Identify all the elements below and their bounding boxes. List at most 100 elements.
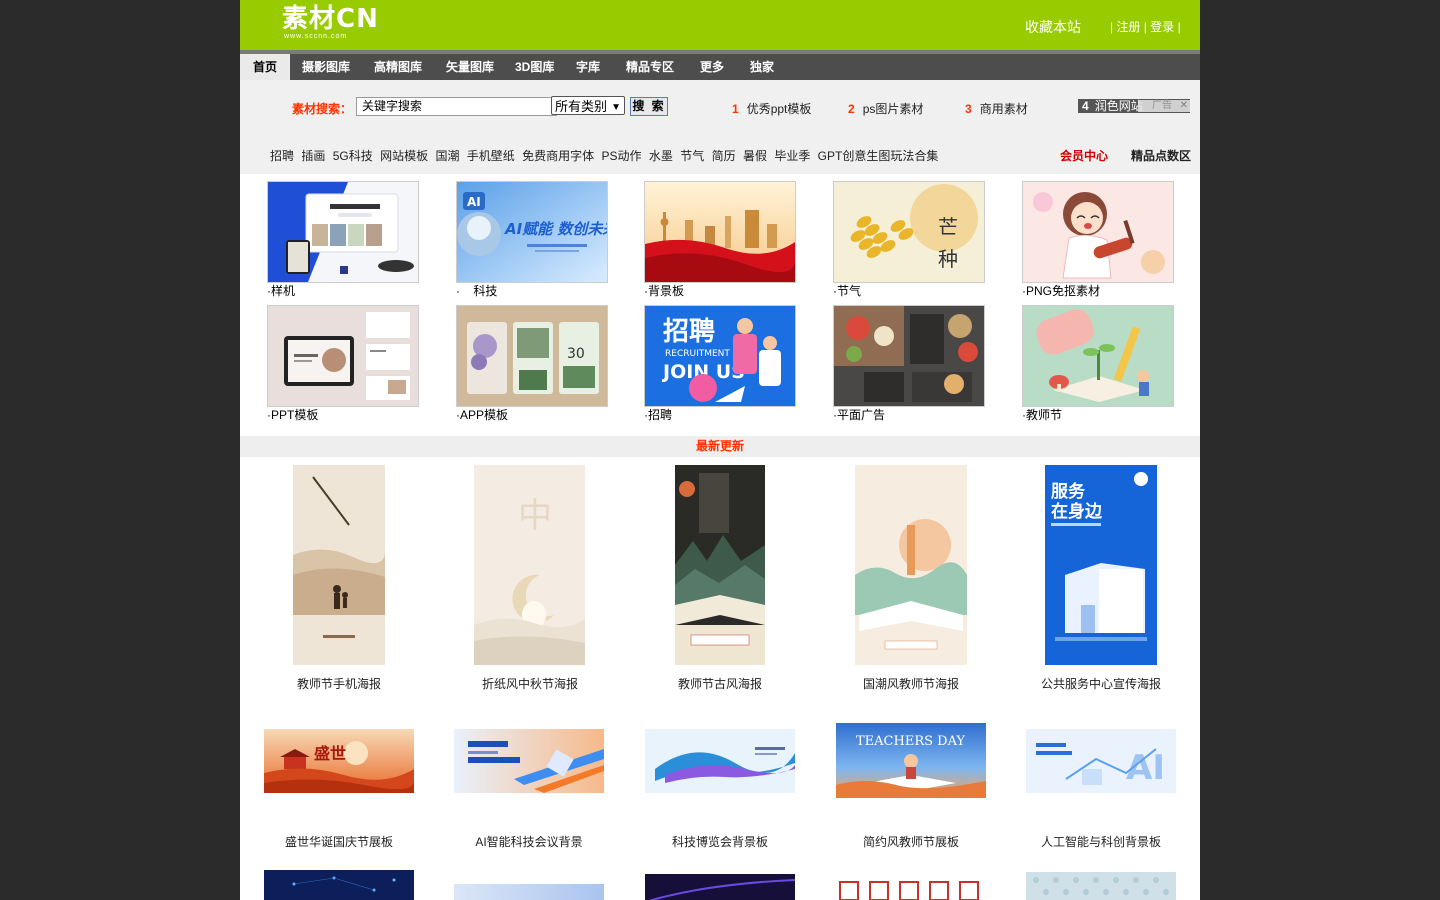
thumb-image xyxy=(1022,305,1174,407)
board-card-2[interactable]: AI智能科技会议背景 xyxy=(454,729,604,849)
board-image xyxy=(454,729,604,793)
category-select[interactable]: 所有类别 ▼ xyxy=(551,96,625,115)
tag-link[interactable]: 手机壁纸 xyxy=(467,149,515,163)
poster-image xyxy=(855,465,967,665)
main-nav: 首页 摄影图库 高精图库 矢量图库 3D图库 字库 精品专区 更多 独家 xyxy=(240,50,1200,80)
board-card-5[interactable]: AI 人工智能与科创背景板 xyxy=(1026,729,1176,849)
tag-link[interactable]: 免费商用字体 xyxy=(522,149,594,163)
page: 素材CN www.sccnn.com 收藏本站 | 注册 | 登录 | 首页 摄… xyxy=(240,0,1200,900)
poster-image xyxy=(675,465,765,665)
board-card-9[interactable] xyxy=(836,878,986,900)
thumb-image xyxy=(833,305,985,407)
divider: | xyxy=(1174,20,1181,34)
thumb-image xyxy=(267,181,419,283)
nav-home[interactable]: 首页 xyxy=(240,54,291,80)
board-title-text: 盛世 xyxy=(314,744,346,763)
search-input[interactable]: 关键字搜索 xyxy=(356,97,557,116)
category-card-backdrop[interactable]: ·背景板 xyxy=(644,181,796,298)
category-card-recruit[interactable]: 招聘 RECRUITMENT JOIN US ·招聘 xyxy=(644,305,796,422)
poster-card-5[interactable]: 服务 在身边 公共服务中心宣传海报 xyxy=(1041,465,1161,691)
board-card-10[interactable] xyxy=(1026,872,1176,900)
hot-num: 1 xyxy=(732,102,739,116)
tag-link[interactable]: 节气 xyxy=(680,149,704,163)
board-image xyxy=(264,870,414,900)
hot-link-2[interactable]: 2 ps图片素材 xyxy=(848,100,923,117)
ai-title-text: AI赋能 数创未来 xyxy=(504,220,607,238)
site-logo[interactable]: 素材CN www.sccnn.com xyxy=(282,5,379,41)
category-card-ppt[interactable]: ·PPT模板 xyxy=(267,305,419,422)
category-card-tech[interactable]: AI AI赋能 数创未来 · 科技 xyxy=(456,181,608,298)
board-label: 人工智能与科创背景板 xyxy=(1040,835,1161,849)
nav-vector[interactable]: 矢量图库 xyxy=(446,54,494,80)
logo-text: 素材CN xyxy=(282,4,379,34)
nav-more[interactable]: 更多 xyxy=(700,54,724,80)
solar-term-char-2: 种 xyxy=(938,247,958,271)
board-card-4[interactable]: TEACHERS DAY 简约风教师节展板 xyxy=(836,723,986,849)
nav-exclusive[interactable]: 独家 xyxy=(750,54,774,80)
board-image xyxy=(836,878,986,900)
solar-term-char-1: 芒 xyxy=(938,215,958,239)
poster-label: 公共服务中心宣传海报 xyxy=(1040,677,1161,691)
tag-link[interactable]: 国潮 xyxy=(435,149,459,163)
recruit-title: 招聘 xyxy=(663,317,715,347)
hot-link-1[interactable]: 1 优秀ppt模板 xyxy=(732,100,811,117)
tag-link[interactable]: 毕业季 xyxy=(774,149,810,163)
poster-card-3[interactable]: 教师节古风海报 xyxy=(675,465,765,691)
nav-fonts[interactable]: 字库 xyxy=(576,54,600,80)
category-card-teachers-day[interactable]: ·教师节 xyxy=(1022,305,1174,422)
poster-card-4[interactable]: 国潮风教师节海报 xyxy=(855,465,967,691)
tag-link[interactable]: PS动作 xyxy=(602,149,642,163)
category-card-print-ad[interactable]: ·平面广告 xyxy=(833,305,985,422)
poster-label: 教师节古风海报 xyxy=(677,677,762,691)
board-card-3[interactable]: 科技博览会背景板 xyxy=(645,729,795,849)
board-card-6[interactable] xyxy=(264,870,414,900)
search-button[interactable]: 搜 索 xyxy=(630,97,668,116)
hot-num: 4 xyxy=(1082,99,1089,113)
thumb-image xyxy=(1022,181,1174,283)
category-card-app[interactable]: 30 ·APP模板 xyxy=(456,305,608,422)
login-link[interactable]: 登录 xyxy=(1150,20,1174,34)
board-image: 盛世 xyxy=(264,729,414,793)
thumb-image xyxy=(644,181,796,283)
poster-card-1[interactable]: 教师节手机海报 xyxy=(293,465,385,691)
nav-premium[interactable]: 精品专区 xyxy=(626,54,674,80)
logo-subtext: www.sccnn.com xyxy=(284,33,348,40)
board-card-1[interactable]: 盛世 盛世华诞国庆节展板 xyxy=(264,729,414,849)
register-link[interactable]: 注册 xyxy=(1116,20,1140,34)
board-image xyxy=(645,874,795,900)
poster-label: 国潮风教师节海报 xyxy=(862,677,959,691)
category-label: ·教师节 xyxy=(1022,408,1062,422)
category-card-mockup[interactable]: ·样机 xyxy=(267,181,419,298)
tag-link[interactable]: 网站模板 xyxy=(380,149,428,163)
board-card-7[interactable] xyxy=(454,884,604,900)
nav-3d[interactable]: 3D图库 xyxy=(515,54,554,80)
poster-card-2[interactable]: 中 折纸风中秋节海报 xyxy=(474,465,585,691)
close-icon[interactable]: ✕ xyxy=(1180,100,1188,112)
points-zone-link[interactable]: 精品点数区 xyxy=(1131,147,1191,164)
tag-link[interactable]: 简历 xyxy=(712,149,736,163)
category-card-solar-term[interactable]: 芒 种 ·节气 xyxy=(833,181,985,298)
thumb-image: AI AI赋能 数创未来 xyxy=(456,181,608,283)
board-card-8[interactable] xyxy=(645,874,795,900)
app-thumb-number: 30 xyxy=(567,346,585,362)
poster-label: 教师节手机海报 xyxy=(296,677,381,691)
nav-hd[interactable]: 高精图库 xyxy=(374,54,422,80)
hot-num: 2 xyxy=(848,102,855,116)
category-card-png[interactable]: ·PNG免抠素材 xyxy=(1022,181,1174,298)
tag-link[interactable]: 插画 xyxy=(301,149,325,163)
category-label: ·PNG免抠素材 xyxy=(1022,284,1101,298)
tag-link[interactable]: 5G科技 xyxy=(333,149,373,163)
board-image xyxy=(1026,872,1176,900)
tag-link[interactable]: 水墨 xyxy=(649,149,673,163)
category-label: ·节气 xyxy=(833,284,861,298)
tag-link[interactable]: 招聘 xyxy=(270,149,294,163)
member-center-link[interactable]: 会员中心 xyxy=(1060,147,1108,164)
bookmark-link[interactable]: 收藏本站 xyxy=(1025,17,1081,37)
hot-link-3[interactable]: 3 商用素材 xyxy=(965,100,1028,117)
tag-link[interactable]: GPT创意生图玩法合集 xyxy=(818,149,939,163)
thumb-image: 30 xyxy=(456,305,608,407)
nav-photo[interactable]: 摄影图库 xyxy=(302,54,350,80)
tag-link[interactable]: 暑假 xyxy=(743,149,767,163)
poster-label: 折纸风中秋节海报 xyxy=(481,677,578,691)
divider: | xyxy=(1140,20,1151,34)
